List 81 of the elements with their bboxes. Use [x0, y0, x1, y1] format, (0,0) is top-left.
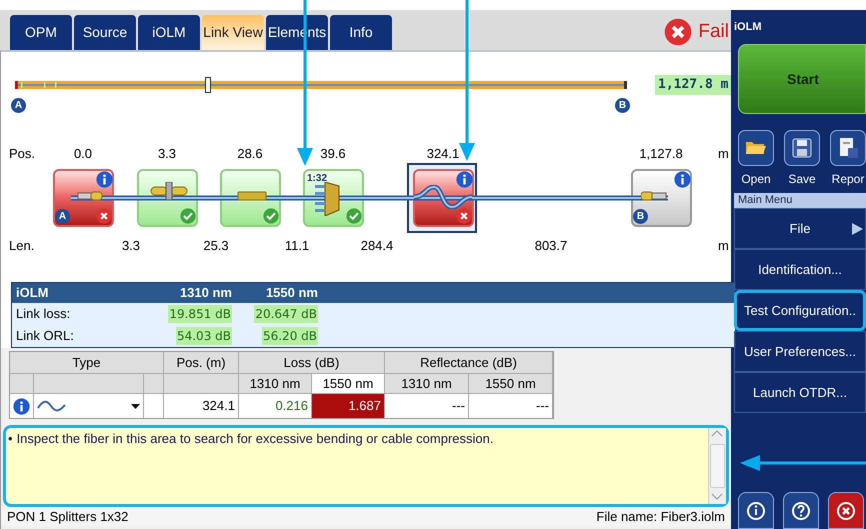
dropdown-caret-icon	[131, 404, 140, 408]
menu-item[interactable]: Identification...	[734, 249, 866, 290]
position-value: 324.1	[426, 145, 460, 163]
table-header: 1550 nm	[469, 374, 553, 394]
position-cursor[interactable]	[205, 77, 211, 93]
menu-item[interactable]: User Preferences...	[734, 331, 866, 372]
connector-icon	[149, 182, 189, 200]
table-header: Reflectance (dB)	[385, 352, 553, 374]
tab[interactable]: Info	[330, 15, 392, 50]
cross-icon	[96, 208, 112, 224]
close-button[interactable]	[828, 492, 864, 529]
row-label: Link ORL:	[15, 327, 75, 346]
table-header: Type	[10, 352, 164, 374]
menu-header: Main Menu	[734, 193, 866, 208]
table-cell: 324.1	[164, 394, 239, 418]
open-button[interactable]	[738, 130, 774, 166]
position-value: 28.6	[236, 145, 264, 163]
status-text: PON 1 Splitters 1x32	[7, 508, 128, 526]
length-value: 25.3	[202, 237, 230, 255]
table-header: 1550 nm	[264, 284, 318, 302]
tab[interactable]: OPM	[10, 15, 72, 50]
table-header: Pos. (m)	[164, 352, 239, 374]
tool-label: Save	[788, 171, 816, 188]
table-header: 1310 nm	[239, 374, 312, 394]
help-button[interactable]	[783, 492, 819, 529]
link-length-label: 1,127.8 m	[655, 75, 732, 94]
length-value: 3.3	[120, 237, 142, 255]
unit-label: m	[718, 237, 729, 255]
table-header: iOLM	[15, 284, 50, 302]
table-cell: 54.03 dB	[176, 327, 232, 345]
position-value: 0.0	[72, 145, 94, 163]
file-name-text: File name: Fiber3.iolm	[596, 508, 725, 526]
check-icon	[346, 208, 362, 224]
table-header: Loss (dB)	[239, 352, 385, 374]
table-cell: ---	[385, 394, 469, 418]
info-icon	[13, 398, 30, 414]
row-label: Link loss:	[15, 305, 72, 324]
table-cell: 20.647 dB	[254, 305, 318, 323]
table-header: 1310 nm	[178, 284, 232, 302]
header-cell	[144, 374, 164, 394]
table-cell: 56.20 dB	[262, 327, 318, 345]
row-label: Len.	[9, 237, 34, 255]
panel-title: iOLM	[734, 20, 762, 35]
position-value: 1,127.8	[638, 145, 684, 163]
menu-item[interactable]: Launch OTDR...	[734, 372, 866, 413]
tab[interactable]: Link View	[202, 15, 264, 50]
splitter-icon	[313, 182, 341, 216]
tool-label: Open	[741, 171, 771, 188]
scrollbar-thumb[interactable]	[710, 444, 725, 488]
bend-icon	[37, 400, 67, 412]
check-icon	[180, 208, 196, 224]
tab[interactable]: iOLM	[138, 15, 200, 50]
bend-icon	[414, 185, 472, 209]
report-button[interactable]	[830, 130, 866, 166]
length-value: 803.7	[534, 237, 568, 255]
start-button[interactable]: Start	[738, 44, 866, 114]
end-marker: B	[615, 98, 630, 113]
menu-item[interactable]: Test Configuration..	[734, 290, 866, 331]
save-button[interactable]	[784, 130, 820, 166]
message-text: Inspect the fiber in this area to search for excessive bending or cable compression.	[16, 430, 494, 448]
unit-label: m	[718, 145, 729, 163]
menu-item[interactable]: File	[734, 208, 866, 249]
cross-icon	[456, 208, 472, 224]
tool-label: Repor	[832, 171, 864, 188]
position-value: 3.3	[156, 145, 178, 163]
table-cell: 1.687	[312, 394, 385, 418]
end-marker: A	[11, 98, 26, 113]
table-header: 1310 nm	[385, 374, 469, 394]
row-label: Pos.	[9, 145, 36, 163]
bullet-mark: •	[8, 430, 13, 448]
verdict-label: Fail	[698, 20, 729, 44]
table-header: 1550 nm	[312, 374, 385, 394]
info-button[interactable]	[738, 492, 774, 529]
table-cell: ---	[469, 394, 553, 418]
position-value: 39.6	[319, 145, 347, 163]
split-ratio-label: 1:32	[307, 172, 328, 186]
tab[interactable]: Source	[74, 15, 136, 50]
check-icon	[263, 208, 279, 224]
table-cell: 19.851 dB	[168, 305, 232, 323]
length-value: 11.1	[284, 237, 310, 255]
length-value: 284.4	[360, 237, 394, 255]
